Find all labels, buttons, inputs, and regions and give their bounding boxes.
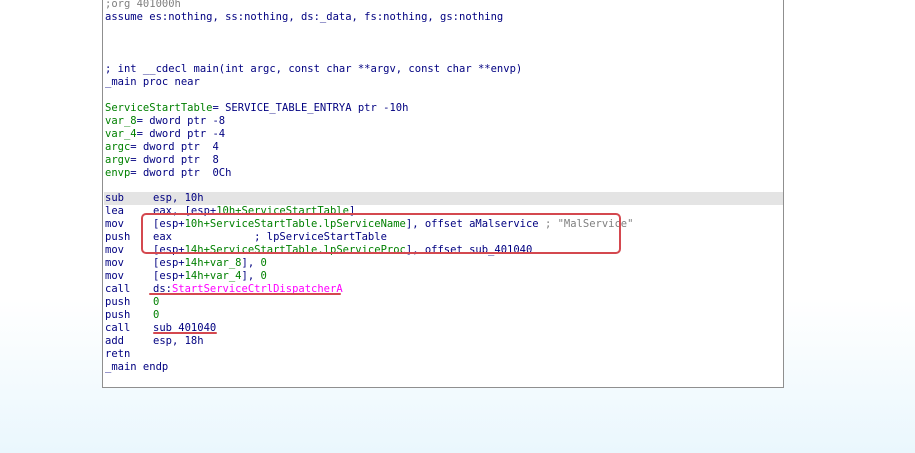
stack-var-var4: var_4= dword ptr -4	[105, 128, 226, 140]
proc-end: _main endp	[105, 361, 169, 373]
stack-var-argv: argv= dword ptr 8	[105, 154, 219, 166]
instruction-line[interactable]: retn	[105, 348, 153, 361]
annotation-highlight-box	[141, 213, 621, 254]
instruction-line[interactable]: add esp, 18h	[105, 335, 204, 348]
instruction-line[interactable]: push 0	[105, 296, 159, 309]
current-line-highlight	[104, 192, 783, 205]
instruction-line[interactable]: mov [esp+14h+var_8], 0	[105, 257, 267, 270]
proc-start: _main proc near	[105, 76, 200, 88]
instruction-line[interactable]: push 0	[105, 309, 159, 322]
org-comment: ;org 401000h	[105, 0, 181, 10]
annotation-underline-api	[149, 293, 341, 295]
instruction-line[interactable]: mov [esp+14h+var_4], 0	[105, 270, 267, 283]
assume-directive: assume es:nothing, ss:nothing, ds:_data,…	[105, 11, 504, 23]
stack-var-envp: envp= dword ptr 0Ch	[105, 167, 232, 179]
annotation-underline-sub	[153, 332, 217, 334]
stack-var-argc: argc= dword ptr 4	[105, 141, 219, 153]
function-signature-comment: ; int __cdecl main(int argc, const char …	[105, 63, 523, 75]
instruction-line[interactable]: sub esp, 10h	[105, 192, 204, 205]
disassembly-view[interactable]: ;org 401000h assume es:nothing, ss:nothi…	[102, 0, 784, 388]
stack-var-var8: var_8= dword ptr -8	[105, 115, 226, 127]
stack-var-servicestarttable: ServiceStartTable= SERVICE_TABLE_ENTRYA …	[105, 102, 409, 114]
